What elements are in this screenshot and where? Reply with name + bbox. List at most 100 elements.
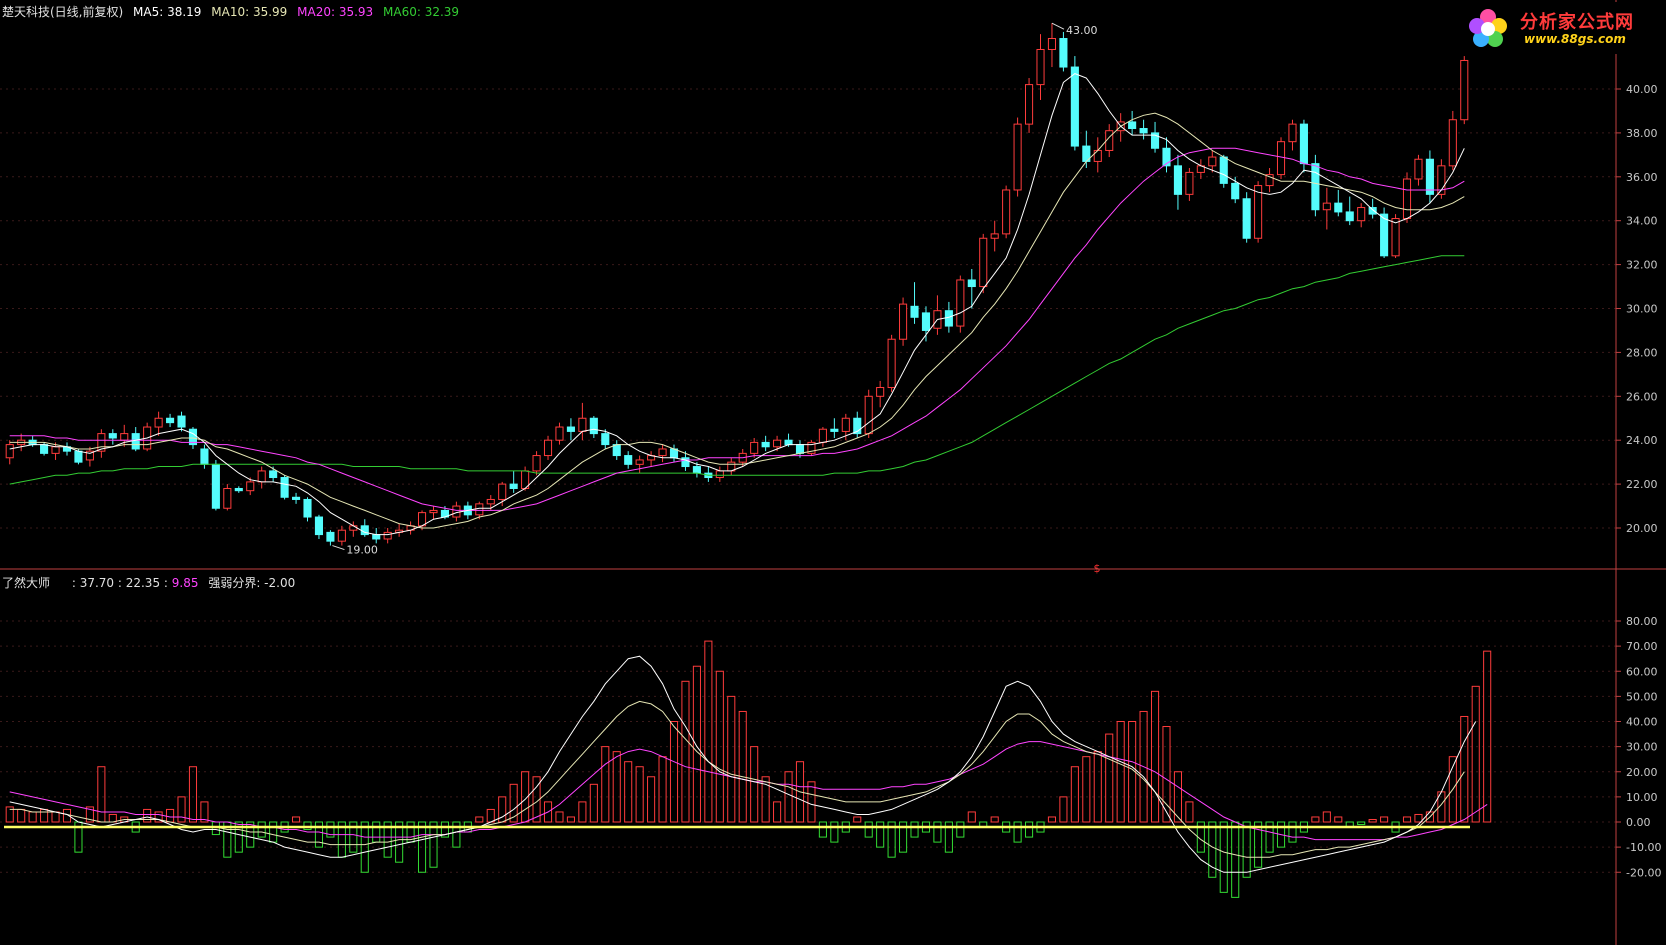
y-tick-label: 70.00 bbox=[1626, 640, 1658, 653]
y-tick-label: 0.00 bbox=[1626, 816, 1651, 829]
candle-body bbox=[74, 450, 83, 463]
candle-body bbox=[887, 338, 896, 389]
candle-body bbox=[120, 433, 129, 441]
candle-body bbox=[841, 417, 850, 432]
candle-body bbox=[349, 525, 358, 531]
candle-body bbox=[692, 466, 701, 474]
candle-body bbox=[979, 237, 988, 288]
candle-body bbox=[166, 417, 175, 424]
candle-body bbox=[784, 439, 793, 446]
candle-body bbox=[715, 470, 724, 479]
candle-body bbox=[429, 509, 438, 514]
candle-body bbox=[1368, 207, 1377, 215]
candle-body bbox=[452, 505, 461, 518]
candle-body bbox=[131, 433, 140, 450]
y-tick-label: 80.00 bbox=[1626, 615, 1658, 628]
candle-body bbox=[475, 503, 484, 516]
candle-body bbox=[566, 426, 575, 432]
candle-body bbox=[1025, 84, 1034, 125]
ma5-label: MA5: 38.19 bbox=[133, 5, 202, 19]
candle-body bbox=[257, 470, 266, 483]
candle-body bbox=[1002, 189, 1011, 235]
candle-body bbox=[1128, 121, 1137, 130]
candle-body bbox=[292, 496, 301, 500]
candle-body bbox=[532, 455, 541, 472]
y-tick-label: 22.00 bbox=[1626, 478, 1658, 491]
candle-body bbox=[1288, 123, 1297, 143]
low-annotation: 19.00 bbox=[346, 544, 378, 557]
candle-body bbox=[1276, 141, 1286, 176]
ma20-label: MA20: 35.93 bbox=[297, 5, 374, 19]
candle-body bbox=[1425, 158, 1434, 195]
candle-body bbox=[1242, 198, 1251, 239]
candle-body bbox=[795, 444, 805, 454]
candle-body bbox=[1185, 171, 1194, 195]
stock-chart[interactable]: 43.0019.00$ 20.0022.0024.0026.0028.0030.… bbox=[0, 0, 1666, 945]
y-tick-label: 36.00 bbox=[1626, 171, 1658, 184]
candle-body bbox=[555, 426, 564, 441]
candle-body bbox=[154, 417, 163, 428]
candle-body bbox=[1311, 163, 1320, 211]
y-tick-label: 34.00 bbox=[1626, 215, 1658, 228]
stock-title: 楚天科技(日线,前复权) bbox=[2, 5, 124, 19]
candle-body bbox=[383, 531, 392, 540]
candle-body bbox=[337, 529, 346, 542]
candle-body bbox=[40, 444, 49, 454]
candle-body bbox=[1391, 218, 1400, 257]
candle-body bbox=[372, 534, 381, 540]
candle-body bbox=[635, 459, 644, 465]
candle-body bbox=[1070, 66, 1079, 147]
candle-body bbox=[280, 477, 289, 498]
candle-body bbox=[1013, 123, 1022, 191]
candle-body bbox=[1345, 211, 1354, 222]
y-tick-label: 26.00 bbox=[1626, 390, 1658, 403]
y-tick-label: 32.00 bbox=[1626, 259, 1658, 272]
candle-body bbox=[543, 439, 553, 457]
y-tick-label: 38.00 bbox=[1626, 127, 1658, 140]
candle-body bbox=[921, 312, 931, 331]
candle-body bbox=[1173, 165, 1182, 195]
candle-body bbox=[246, 481, 255, 492]
candle-body bbox=[761, 441, 770, 448]
logo-url: www.88gs.com bbox=[1524, 32, 1626, 46]
high-annotation: 43.00 bbox=[1066, 24, 1098, 37]
candle-body bbox=[303, 498, 312, 518]
candle-body bbox=[773, 439, 782, 448]
candle-body bbox=[830, 428, 839, 432]
candle-body bbox=[177, 415, 186, 428]
candle-body bbox=[269, 470, 278, 479]
candle-body bbox=[1208, 156, 1217, 167]
candle-body bbox=[624, 455, 633, 465]
candle-body bbox=[818, 428, 827, 443]
candle-body bbox=[51, 446, 60, 454]
candle-body bbox=[486, 498, 495, 505]
y-tick-label: 20.00 bbox=[1626, 522, 1658, 535]
candle-body bbox=[223, 487, 232, 509]
indicator-values: : 37.70 : 22.35 : bbox=[71, 576, 168, 590]
flower-icon bbox=[1469, 9, 1507, 47]
candle-body bbox=[956, 279, 965, 327]
y-tick-label: -20.00 bbox=[1626, 866, 1661, 879]
candle-body bbox=[498, 483, 507, 500]
indicator-header: 了然大师 : 37.70 : 22.35 : 9.85 强弱分界: -2.00 bbox=[2, 574, 301, 591]
y-tick-label: 10.00 bbox=[1626, 791, 1658, 804]
candle-body bbox=[612, 444, 621, 457]
candle-body bbox=[578, 417, 587, 432]
candle-body bbox=[589, 417, 598, 435]
candle-body bbox=[1448, 119, 1457, 167]
indicator-name: 了然大师 bbox=[2, 576, 51, 590]
candle-body bbox=[211, 463, 220, 509]
candle-body bbox=[1299, 123, 1308, 165]
candle-body bbox=[200, 448, 209, 465]
candle-body bbox=[234, 487, 243, 492]
y-tick-label: 30.00 bbox=[1626, 741, 1658, 754]
candle-body bbox=[1380, 213, 1389, 257]
candle-body bbox=[944, 310, 953, 327]
site-logo[interactable]: 分析家公式网 www.88gs.com bbox=[1462, 2, 1658, 54]
candle-body bbox=[1093, 149, 1102, 162]
candle-body bbox=[1460, 59, 1469, 121]
candle-body bbox=[967, 279, 976, 288]
y-tick-label: 40.00 bbox=[1626, 716, 1658, 729]
candle-body bbox=[876, 387, 885, 397]
candle-body bbox=[658, 448, 667, 457]
